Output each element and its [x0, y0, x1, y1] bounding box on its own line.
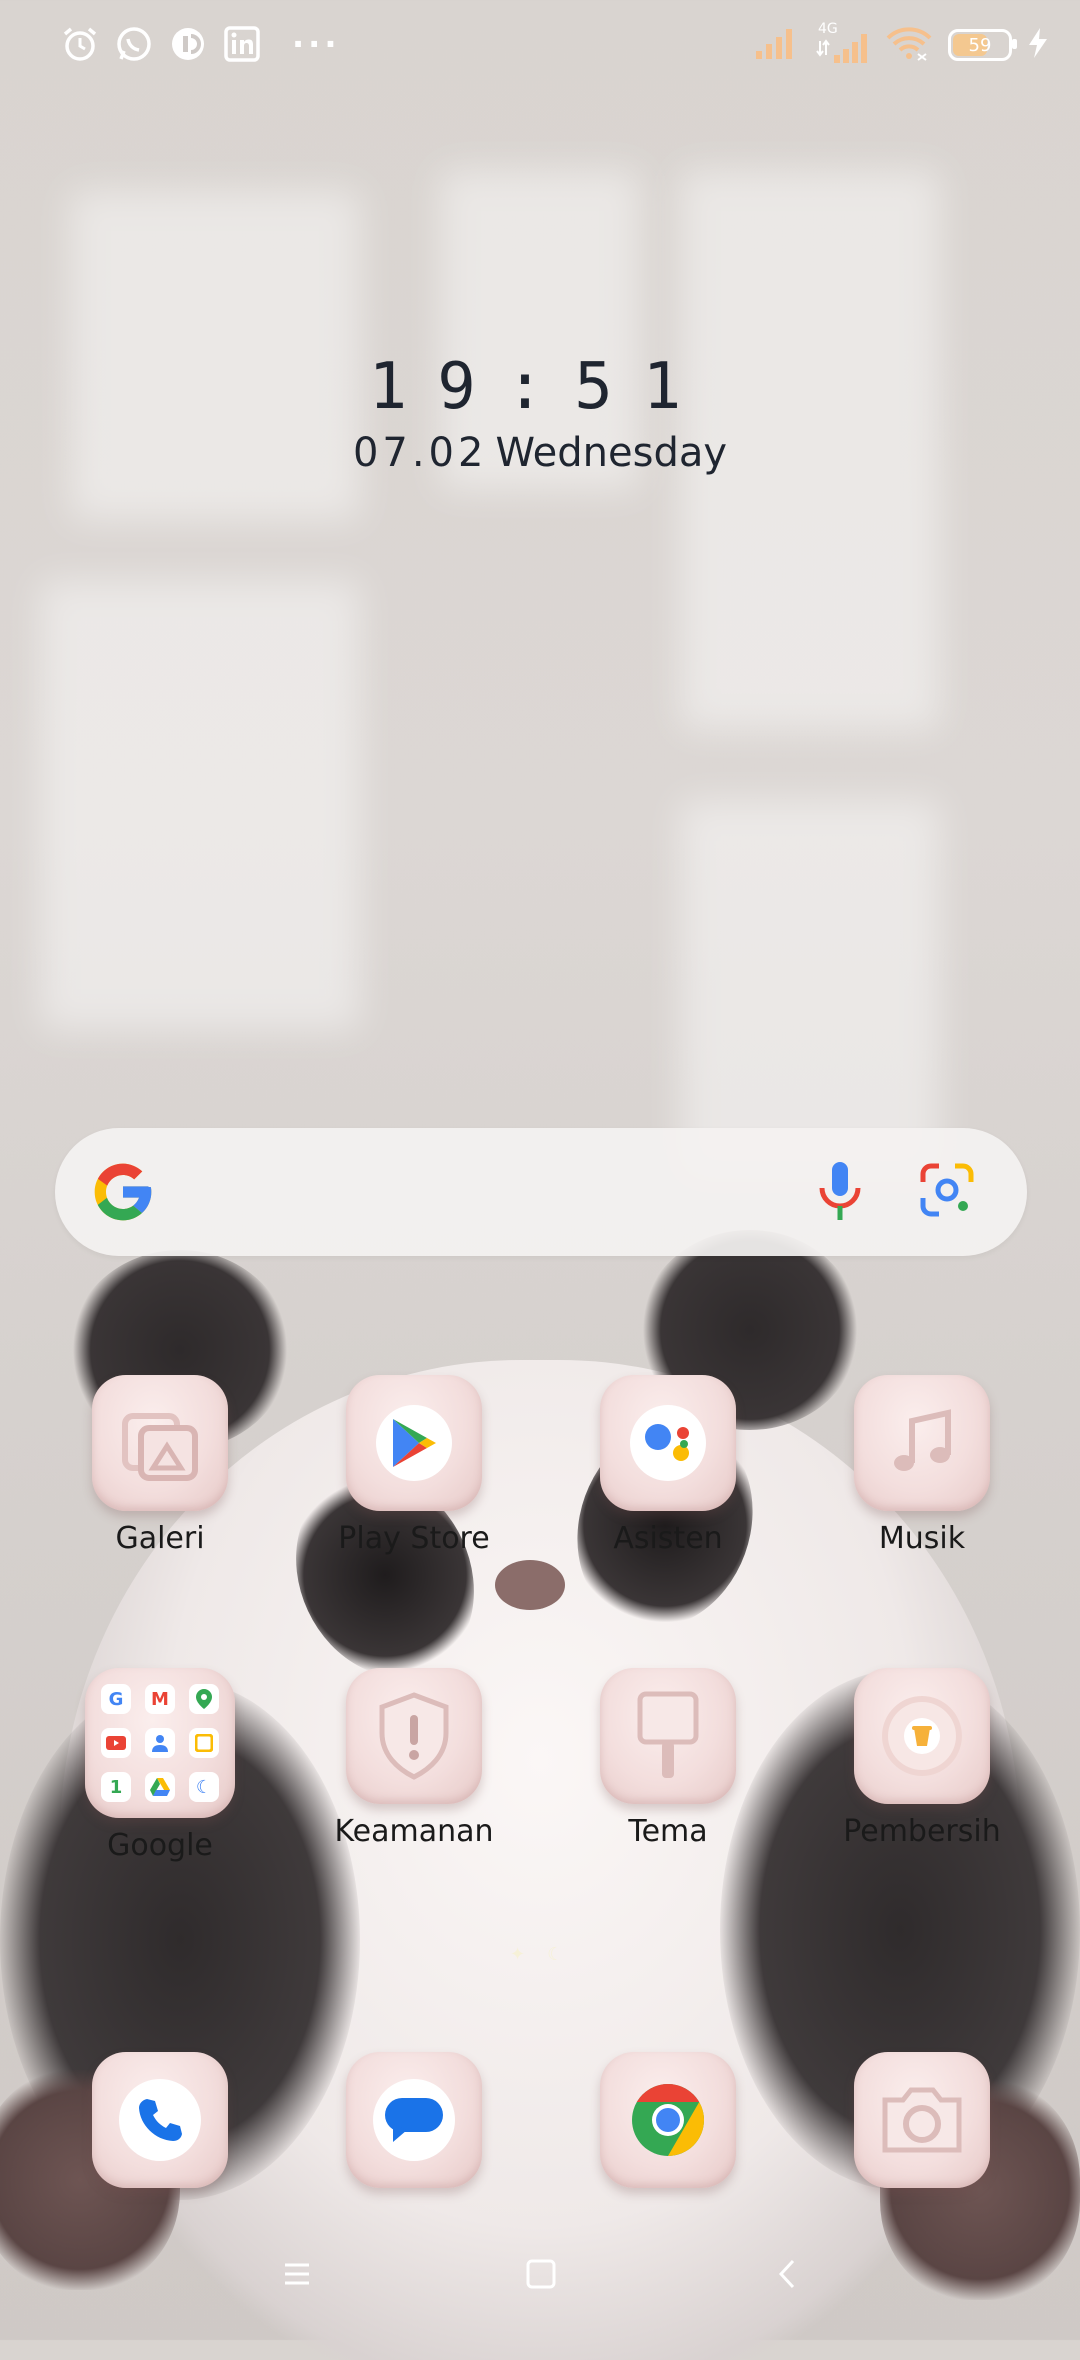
status-bar: ··· 4G 59: [0, 0, 1080, 96]
phone-icon: [92, 2052, 228, 2188]
app-label: Keamanan: [334, 1814, 494, 1849]
theme-brush-icon: [600, 1668, 736, 1804]
app-keamanan[interactable]: Keamanan: [314, 1668, 514, 1849]
navigation-bar: [0, 2240, 1080, 2310]
app-label: Tema: [628, 1814, 708, 1849]
app-label: Galeri: [115, 1521, 205, 1556]
google-mini-icon: G: [101, 1684, 131, 1714]
google-lens-icon[interactable]: [917, 1160, 977, 1220]
youtube-mini-icon: [101, 1728, 131, 1758]
phone-mini-icon: ☾: [189, 1772, 219, 1802]
app-pembersih[interactable]: Pembersih: [822, 1668, 1022, 1849]
dock-messages[interactable]: [314, 2052, 514, 2188]
clock-date[interactable]: 07.02 Wednesday: [0, 430, 1080, 476]
date-text: 07.02: [352, 430, 488, 476]
photos-mini-icon: [189, 1728, 219, 1758]
google-logo-icon: [89, 1158, 157, 1226]
play-store-icon: [346, 1375, 482, 1511]
app-play-store[interactable]: Play Store: [314, 1375, 514, 1556]
page-indicator[interactable]: ✦ ☾: [510, 1944, 563, 1965]
music-icon: [854, 1375, 990, 1511]
weekday-text: Wednesday: [495, 430, 728, 476]
signal-icon: [754, 25, 800, 65]
battery-level: 59: [968, 34, 992, 56]
linkedin-icon: [222, 24, 262, 64]
drive-mini-icon: [145, 1772, 175, 1802]
one-mini-icon: 1: [101, 1772, 131, 1802]
messenger-icon: [168, 24, 208, 64]
dock-camera[interactable]: [822, 2052, 1022, 2188]
contacts-mini-icon: [145, 1728, 175, 1758]
app-label: Pembersih: [843, 1814, 1001, 1849]
moon-page-indicator-icon: ☾: [547, 1944, 564, 1965]
camera-icon: [854, 2052, 990, 2188]
battery-indicator: 59: [948, 29, 1017, 61]
app-label: Musik: [878, 1521, 966, 1556]
app-label: Play Store: [338, 1521, 490, 1556]
messages-icon: [346, 2052, 482, 2188]
clock-time[interactable]: 19:51: [0, 350, 1080, 424]
app-tema[interactable]: Tema: [568, 1668, 768, 1849]
google-search-bar[interactable]: [55, 1128, 1027, 1256]
whatsapp-icon: [114, 24, 154, 64]
google-folder-icon: G M 1 ☾: [85, 1668, 235, 1818]
app-folder-google[interactable]: G M 1 ☾ Google: [60, 1668, 260, 1863]
dock-chrome[interactable]: [568, 2052, 768, 2188]
dock-phone[interactable]: [60, 2052, 260, 2188]
gmail-mini-icon: M: [145, 1684, 175, 1714]
recent-apps-button[interactable]: [277, 2254, 317, 2294]
alarm-icon: [60, 24, 100, 64]
home-page-indicator-icon: ✦: [510, 1944, 526, 1965]
voice-search-mic-icon[interactable]: [810, 1158, 870, 1226]
security-shield-icon: [346, 1668, 482, 1804]
more-notifications-icon: ···: [292, 25, 341, 63]
app-asisten[interactable]: Asisten: [568, 1375, 768, 1556]
cleaner-icon: [854, 1668, 990, 1804]
charging-icon: [1026, 26, 1050, 64]
app-musik[interactable]: Musik: [822, 1375, 1022, 1556]
chrome-icon: [600, 2052, 736, 2188]
assistant-icon: [600, 1375, 736, 1511]
app-galeri[interactable]: Galeri: [60, 1375, 260, 1556]
back-button[interactable]: [768, 2254, 808, 2294]
maps-mini-icon: [189, 1684, 219, 1714]
home-button[interactable]: [521, 2254, 561, 2294]
signal-4g-icon: 4G: [814, 21, 870, 65]
app-label: Asisten: [613, 1521, 723, 1556]
search-input[interactable]: [175, 1158, 779, 1228]
app-label: Google: [107, 1828, 213, 1863]
gallery-icon: [92, 1375, 228, 1511]
wifi-icon: [884, 24, 934, 66]
